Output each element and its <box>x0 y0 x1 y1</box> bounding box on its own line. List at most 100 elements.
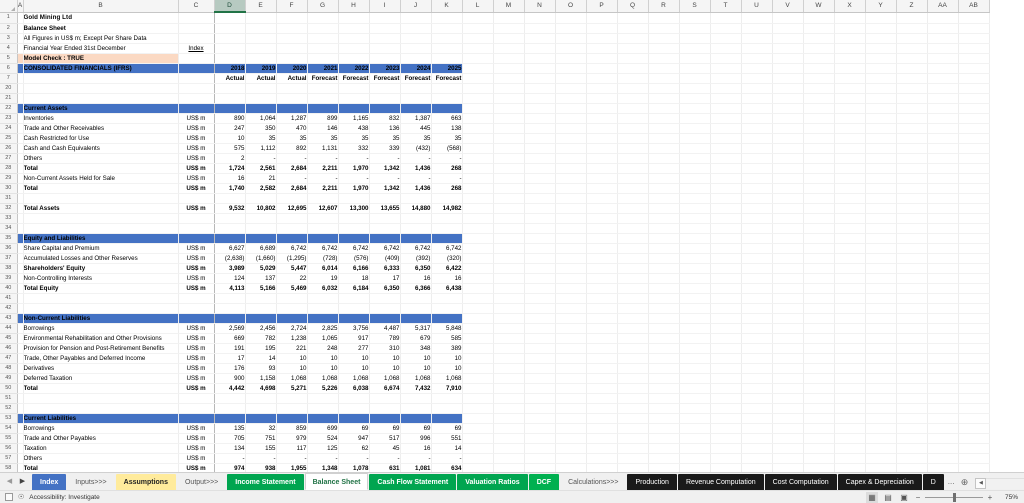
empty-cell[interactable] <box>555 413 587 424</box>
empty-cell[interactable] <box>865 303 897 314</box>
empty-cell[interactable] <box>493 363 525 374</box>
value-2025[interactable]: 16 <box>431 273 463 284</box>
value-2020[interactable]: 117 <box>276 443 308 454</box>
row-header[interactable]: 6 <box>0 63 18 74</box>
unit-cell[interactable]: US$ m <box>178 363 215 374</box>
empty-cell[interactable] <box>586 83 618 94</box>
empty-cell[interactable] <box>803 103 835 114</box>
value-2023[interactable]: 832 <box>369 113 401 124</box>
empty-cell[interactable] <box>617 12 649 24</box>
value-2021[interactable] <box>307 193 339 204</box>
empty-cell[interactable] <box>555 353 587 364</box>
row-header[interactable]: 49 <box>0 373 18 384</box>
empty-cell[interactable] <box>586 23 618 34</box>
empty-cell[interactable] <box>307 12 339 24</box>
empty-cell[interactable] <box>617 333 649 344</box>
empty-cell[interactable] <box>958 193 990 204</box>
empty-cell[interactable] <box>803 113 835 124</box>
empty-cell[interactable] <box>524 83 556 94</box>
empty-cell[interactable] <box>958 23 990 34</box>
value-2020[interactable]: 1,287 <box>276 113 308 124</box>
section-band-d[interactable] <box>369 103 401 114</box>
empty-cell[interactable] <box>710 163 742 174</box>
value-2022[interactable]: 35 <box>338 133 370 144</box>
value-2024[interactable] <box>400 193 432 204</box>
sheet-tab-valuation-ratios[interactable]: Valuation Ratios <box>457 474 528 490</box>
value-2024[interactable]: 679 <box>400 333 432 344</box>
cell-c[interactable] <box>178 53 215 64</box>
sheet-row[interactable]: 23 Inventories US$ m 890 1,064 1,287 899 1,165 8… <box>0 113 990 124</box>
empty-cell[interactable] <box>927 353 959 364</box>
empty-cell[interactable] <box>648 383 680 394</box>
empty-cell[interactable] <box>586 103 618 114</box>
empty-cell[interactable] <box>462 403 494 414</box>
value-2024[interactable]: 445 <box>400 123 432 134</box>
sheet-row[interactable]: 50 Total US$ m 4,442 4,698 5,271 5,226 6,038 6,6… <box>0 382 990 394</box>
value-2019[interactable]: 1,064 <box>245 113 277 124</box>
empty-cell[interactable] <box>493 193 525 204</box>
value-2018[interactable]: 705 <box>214 433 246 444</box>
empty-cell[interactable] <box>679 63 711 74</box>
empty-cell[interactable] <box>307 43 339 54</box>
sheet-body[interactable]: 1 Gold Mining Ltd 2 Balance Sheet 3 All Figur… <box>0 12 990 472</box>
empty-cell[interactable] <box>555 83 587 94</box>
empty-cell[interactable] <box>493 173 525 184</box>
cell-c[interactable] <box>178 12 215 24</box>
empty-cell[interactable] <box>679 33 711 44</box>
sheet-tab-production[interactable]: Production <box>627 474 677 490</box>
value-2024[interactable]: - <box>400 153 432 164</box>
empty-cell[interactable] <box>834 303 866 314</box>
sheet-row[interactable]: 45 Environmental Rehabilitation and Other… <box>0 333 990 344</box>
empty-cell[interactable] <box>369 83 401 94</box>
empty-cell[interactable] <box>493 333 525 344</box>
empty-cell[interactable] <box>741 183 773 194</box>
empty-cell[interactable] <box>493 213 525 224</box>
row-header[interactable]: 5 <box>0 53 18 64</box>
empty-cell[interactable] <box>555 323 587 334</box>
empty-cell[interactable] <box>834 243 866 254</box>
empty-cell[interactable] <box>741 313 773 324</box>
empty-cell[interactable] <box>896 113 928 124</box>
empty-cell[interactable] <box>679 333 711 344</box>
value-2021[interactable]: 6,014 <box>307 262 339 274</box>
empty-cell[interactable] <box>865 253 897 264</box>
empty-cell[interactable] <box>586 173 618 184</box>
value-2021[interactable]: 1,068 <box>307 373 339 384</box>
empty-cell[interactable] <box>555 73 587 84</box>
section-band-d[interactable] <box>400 313 432 324</box>
empty-cell[interactable] <box>617 433 649 444</box>
empty-cell[interactable] <box>710 413 742 424</box>
empty-cell[interactable] <box>803 223 835 234</box>
empty-cell[interactable] <box>741 263 773 274</box>
value-2023[interactable]: 517 <box>369 433 401 444</box>
row-label-others[interactable]: Others <box>23 453 179 464</box>
empty-cell[interactable] <box>896 413 928 424</box>
value-2022[interactable]: - <box>338 453 370 464</box>
value-2024[interactable]: 1,068 <box>400 373 432 384</box>
empty-cell[interactable] <box>741 273 773 284</box>
unit-cell[interactable] <box>178 303 215 314</box>
empty-cell[interactable] <box>710 403 742 414</box>
value-2025[interactable]: 663 <box>431 113 463 124</box>
empty-cell[interactable] <box>493 253 525 264</box>
column-header-T[interactable]: T <box>710 0 742 13</box>
empty-cell[interactable] <box>524 353 556 364</box>
row-label-provision-for-pension-and-post-retirement-benefits[interactable]: Provision for Pension and Post-Retiremen… <box>23 343 179 354</box>
empty-cell[interactable] <box>214 83 246 94</box>
value-2018[interactable]: 900 <box>214 373 246 384</box>
empty-cell[interactable] <box>493 443 525 454</box>
empty-cell[interactable] <box>555 133 587 144</box>
empty-cell[interactable] <box>524 233 556 244</box>
empty-cell[interactable] <box>648 12 680 24</box>
value-2019[interactable]: - <box>245 453 277 464</box>
sheet-row[interactable]: 41 <box>0 293 990 304</box>
add-sheet-button[interactable]: ⊕ <box>957 474 971 490</box>
value-2024[interactable] <box>400 293 432 304</box>
empty-cell[interactable] <box>896 393 928 404</box>
empty-cell[interactable] <box>834 203 866 214</box>
empty-cell[interactable] <box>462 393 494 404</box>
sheet-row[interactable]: 35 Equity and Liabilities <box>0 233 990 244</box>
empty-cell[interactable] <box>834 383 866 394</box>
empty-cell[interactable] <box>896 173 928 184</box>
value-2022[interactable]: 13,300 <box>338 202 370 214</box>
